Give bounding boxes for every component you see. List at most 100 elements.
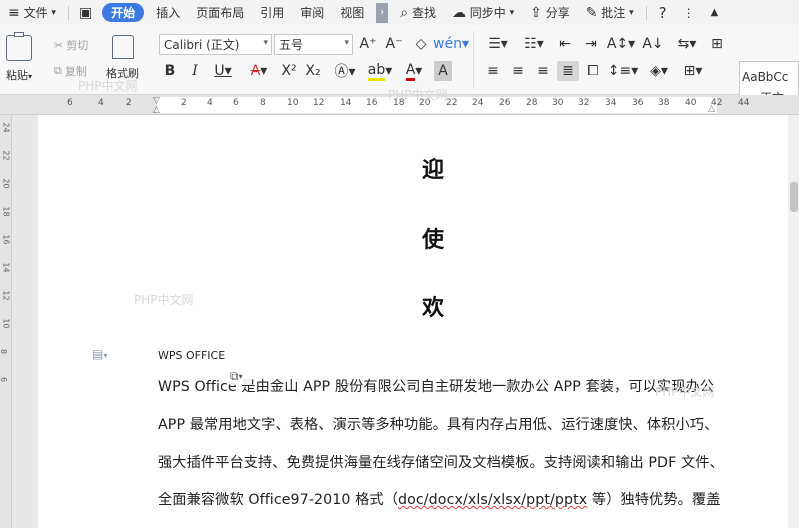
cloud-sync-icon: ☁ — [451, 4, 466, 21]
more-options-icon[interactable]: ⋮ — [675, 0, 703, 25]
subscript-icon[interactable]: X₂ — [302, 61, 324, 81]
divider — [645, 5, 647, 20]
font-name-select[interactable]: Calibri (正文) ▾ — [159, 34, 272, 55]
tab-page-layout[interactable]: 页面布局 — [188, 0, 252, 25]
chevron-down-icon: ▾ — [51, 7, 56, 18]
watermark: PHP中文网 — [388, 88, 448, 102]
shading-icon[interactable]: ◈▾ — [644, 61, 674, 81]
clear-format-icon[interactable]: ◇ — [410, 34, 432, 54]
text-direction-icon[interactable]: A↕▾ — [606, 34, 636, 54]
vertical-ruler[interactable]: 24 22 20 18 16 14 12 10 8 6 — [0, 115, 12, 528]
doc-title-char: 欢 — [422, 295, 445, 321]
table-border-icon[interactable]: ⊞ — [706, 34, 728, 54]
vertical-scrollbar[interactable] — [788, 115, 799, 528]
align-right-icon[interactable]: ≡ — [532, 61, 554, 81]
bold-icon[interactable]: B — [160, 61, 180, 81]
align-center-icon[interactable]: ≡ — [507, 61, 529, 81]
line-text: 等）独特优势。覆盖 — [587, 492, 721, 508]
clipboard-icon — [6, 32, 32, 61]
ruler-tick-label: 22 — [1, 150, 11, 161]
font-size-select[interactable]: 五号 ▾ — [274, 34, 353, 55]
help-button[interactable]: ? — [651, 0, 675, 25]
cut-button[interactable]: ✂ 剪切 — [54, 37, 88, 53]
superscript-icon[interactable]: X² — [278, 61, 300, 81]
italic-icon[interactable]: I — [185, 61, 205, 81]
share-label: 分享 — [545, 6, 570, 20]
sort-icon[interactable]: A↓ — [642, 34, 664, 54]
ruler-tick-label: 10 — [287, 98, 299, 108]
chevron-down-icon: ▾ — [509, 7, 515, 18]
font-color-icon[interactable]: A ▾ — [400, 61, 428, 81]
ruler-tick-label: 10 — [1, 318, 11, 329]
align-left-icon[interactable]: ≡ — [482, 61, 504, 81]
tab-view[interactable]: 视图 — [332, 0, 372, 25]
sync-button[interactable]: ☁ 同步中 ▾ — [444, 0, 522, 25]
ruler-tick-label: 24 — [472, 98, 484, 108]
tab-references[interactable]: 引用 — [252, 0, 292, 25]
ruler-tick-label: 6 — [0, 377, 8, 382]
save-icon[interactable]: ▣ — [73, 0, 98, 25]
font-name-value: Calibri (正文) — [164, 38, 240, 52]
underline-icon[interactable]: U▾ — [209, 61, 237, 81]
ruler-tick-label: 2 — [126, 98, 132, 108]
share-icon: ⇪ — [530, 4, 542, 21]
share-button[interactable]: ⇪ 分享 — [522, 0, 578, 25]
paste-options-icon[interactable]: ⧉ ▾ — [230, 367, 252, 385]
doc-title-char: 迎 — [422, 157, 445, 183]
chevron-down-icon: ▾ — [629, 7, 634, 18]
divider — [473, 31, 474, 89]
paste-label: 粘贴 — [6, 69, 28, 82]
highlight-icon[interactable]: ab ▾ — [365, 61, 395, 81]
ruler-tick-label: 32 — [578, 98, 590, 108]
chevron-down-icon: ▾ — [344, 38, 349, 48]
format-painter-button[interactable]: 格式刷 — [106, 35, 139, 81]
file-menu[interactable]: ≡ 文件 ▾ — [0, 0, 64, 25]
shrink-font-icon[interactable]: A⁻ — [383, 34, 405, 54]
doc-heading: WPS OFFICE — [158, 349, 226, 362]
grow-font-icon[interactable]: A⁺ — [357, 34, 379, 54]
pinyin-guide-icon[interactable]: wén▾ — [433, 34, 469, 54]
strikethrough-icon[interactable]: A ▾ — [244, 61, 274, 81]
hamburger-icon: ≡ — [8, 4, 20, 21]
line-spacing-icon[interactable]: ↕≡▾ — [608, 61, 639, 81]
numbered-list-icon[interactable]: ☷▾ — [518, 34, 550, 54]
ruler-tick-label: 20 — [1, 178, 11, 189]
decrease-indent-icon[interactable]: ⇤ — [554, 34, 576, 54]
paste-button[interactable]: 粘贴▾ — [6, 32, 33, 83]
distribute-icon[interactable]: ⧠ — [582, 61, 604, 81]
search-icon: ⌕ — [400, 4, 409, 21]
increase-indent-icon[interactable]: ⇥ — [580, 34, 602, 54]
more-tabs-button[interactable]: › — [376, 2, 389, 23]
annotate-icon: ✎ — [585, 4, 598, 21]
indent-marker-icon[interactable]: △ — [153, 105, 160, 115]
annotate-button[interactable]: ✎ 批注 ▾ — [578, 0, 642, 25]
ruler-tick-label: 44 — [738, 98, 750, 108]
style-preview: AaBbCc — [742, 70, 789, 84]
tab-insert[interactable]: 插入 — [148, 0, 188, 25]
text-effect-icon[interactable]: Ⓐ▾ — [330, 61, 360, 81]
sync-label: 同步中 — [469, 6, 506, 20]
tab-review[interactable]: 审阅 — [292, 0, 332, 25]
collapse-ribbon-icon[interactable]: ▲ — [703, 0, 727, 25]
justify-icon[interactable]: ≣ — [557, 61, 579, 81]
watermark: PHP中文网 — [134, 293, 194, 307]
search-button[interactable]: ⌕ 查找 — [392, 0, 444, 25]
borders-icon[interactable]: ⊞▾ — [678, 61, 708, 81]
char-shading-icon[interactable]: A — [434, 61, 452, 81]
bullet-list-icon[interactable]: ☰▾ — [482, 34, 514, 54]
chevron-down-icon: ▾ — [263, 38, 268, 48]
ruler-tick-label: 16 — [366, 98, 378, 108]
right-indent-marker-icon[interactable]: △ — [708, 104, 715, 114]
scrollbar-thumb[interactable] — [790, 182, 798, 212]
copy-icon: ⧉ — [54, 64, 62, 77]
ruler-tick-label: 2 — [181, 98, 187, 108]
paragraph-menu-icon[interactable]: ▤▾ — [92, 347, 107, 361]
wps-writer-window: ≡ 文件 ▾ ▣ 开始 插入 页面布局 引用 审阅 视图 › ⌕ 查找 ☁ 同步… — [0, 0, 799, 528]
doc-paragraph-line: 全面兼容微软 Office97-2010 格式（doc/docx/xls/xls… — [158, 489, 721, 509]
spellcheck-text: doc/docx/xls/xlsx/ppt/pptx — [398, 492, 588, 508]
show-marks-icon[interactable]: ⇆▾ — [672, 34, 702, 54]
tab-home[interactable]: 开始 — [102, 3, 145, 22]
chevron-down-icon: ▾ — [28, 72, 33, 81]
annotate-label: 批注 — [601, 6, 626, 20]
ruler-tick-label: 18 — [1, 206, 11, 217]
